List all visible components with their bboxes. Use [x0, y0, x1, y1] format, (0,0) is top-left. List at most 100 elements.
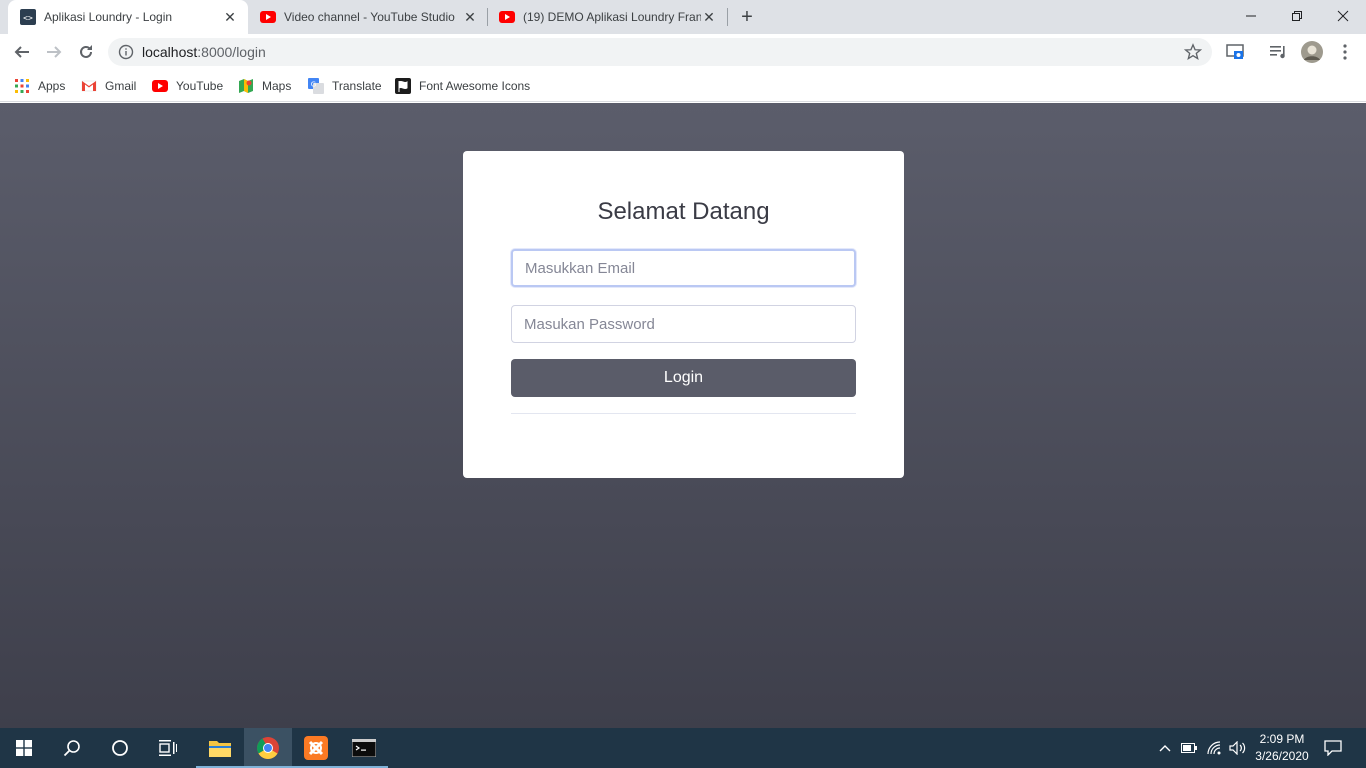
reload-button[interactable]	[74, 40, 98, 64]
terminal-icon	[352, 739, 376, 757]
bookmark-label: Apps	[38, 79, 66, 93]
battery-icon	[1181, 743, 1197, 753]
playlist-icon	[1270, 46, 1285, 59]
login-button[interactable]: Login	[511, 359, 856, 397]
tab-aplikasi-loundry[interactable]: <> Aplikasi Loundry - Login ✕	[8, 0, 248, 34]
url-text[interactable]: localhost:8000/login	[142, 38, 266, 66]
tab-separator	[727, 8, 728, 26]
close-icon	[1337, 10, 1349, 22]
url-host: localhost	[142, 44, 198, 60]
volume-button[interactable]	[1227, 728, 1249, 768]
font-awesome-icon	[395, 78, 411, 94]
start-button[interactable]	[0, 728, 48, 768]
taskbar-chrome[interactable]	[244, 728, 292, 768]
cortana-circle-icon	[112, 740, 128, 756]
windows-taskbar: 2:09 PM 3/26/2020	[0, 728, 1366, 768]
login-card: Selamat Datang Login	[463, 151, 904, 478]
translate-icon: G	[308, 78, 324, 94]
restore-icon	[1292, 11, 1302, 21]
taskbar-command-prompt[interactable]	[340, 728, 388, 768]
code-icon: <>	[20, 9, 36, 25]
show-hidden-icons-button[interactable]	[1154, 728, 1176, 768]
search-icon	[63, 740, 80, 757]
clock-date: 3/26/2020	[1255, 749, 1309, 763]
arrow-right-icon	[47, 46, 62, 58]
clock-time: 2:09 PM	[1259, 732, 1305, 746]
close-tab-icon[interactable]: ✕	[222, 9, 238, 25]
address-bar[interactable]: localhost:8000/login	[108, 38, 1212, 66]
bookmark-youtube[interactable]: YouTube	[152, 76, 223, 96]
media-controls-button[interactable]	[1269, 42, 1289, 62]
tab-title: Aplikasi Loundry - Login	[44, 10, 173, 24]
windows-logo-icon	[16, 740, 32, 756]
bookmark-label: YouTube	[176, 79, 224, 93]
chevron-up-icon	[1159, 745, 1171, 752]
close-window-button[interactable]	[1320, 0, 1366, 32]
email-input[interactable]	[511, 249, 856, 287]
close-tab-icon[interactable]: ✕	[701, 9, 717, 25]
tab-demo-aplikasi[interactable]: (19) DEMO Aplikasi Loundry Fran ✕	[489, 0, 725, 34]
chrome-icon	[257, 737, 279, 759]
bookmark-translate[interactable]: G Translate	[308, 76, 382, 96]
card-divider	[511, 413, 856, 414]
system-clock[interactable]: 2:09 PM 3/26/2020	[1250, 731, 1314, 765]
browser-tab-strip: <> Aplikasi Loundry - Login ✕ Video chan…	[0, 0, 1366, 34]
bookmark-label: Translate	[332, 79, 382, 93]
cortana-button[interactable]	[96, 728, 144, 768]
arrow-left-icon	[14, 46, 29, 58]
xampp-icon	[304, 736, 328, 760]
bookmark-label: Maps	[262, 79, 292, 93]
close-tab-icon[interactable]: ✕	[462, 9, 478, 25]
password-input[interactable]	[511, 305, 856, 343]
task-view-button[interactable]	[144, 728, 192, 768]
bookmark-gmail[interactable]: Gmail	[81, 76, 136, 96]
forward-button[interactable]	[42, 40, 66, 64]
gmail-icon	[81, 80, 97, 92]
speaker-icon	[1229, 741, 1246, 755]
folder-icon	[209, 741, 231, 757]
profile-avatar[interactable]	[1301, 41, 1323, 63]
bookmark-label: Gmail	[105, 79, 137, 93]
avatar-icon	[1301, 41, 1323, 63]
tab-title: (19) DEMO Aplikasi Loundry Fran	[523, 10, 701, 24]
url-path: :8000/login	[197, 44, 266, 60]
back-button[interactable]	[10, 40, 34, 64]
login-page: Selamat Datang Login	[0, 103, 1366, 728]
new-tab-button[interactable]: +	[737, 7, 757, 27]
apps-grid-icon	[15, 79, 29, 93]
action-center-button[interactable]	[1320, 728, 1346, 768]
cast-screenshot-button[interactable]	[1225, 42, 1245, 62]
tab-title: Video channel - YouTube Studio	[284, 10, 455, 24]
minimize-button[interactable]	[1228, 0, 1274, 32]
tab-youtube-studio[interactable]: Video channel - YouTube Studio ✕	[250, 0, 486, 34]
youtube-icon	[152, 80, 168, 92]
svg-text:G: G	[311, 81, 316, 89]
info-icon[interactable]	[118, 44, 134, 60]
search-button[interactable]	[48, 728, 96, 768]
bookmark-star-icon[interactable]	[1184, 43, 1202, 61]
battery-button[interactable]	[1178, 728, 1200, 768]
maps-icon	[239, 79, 253, 93]
svg-text:<>: <>	[23, 14, 33, 23]
login-title: Selamat Datang	[597, 198, 770, 225]
bookmark-label: Font Awesome Icons	[419, 79, 531, 93]
reload-icon	[80, 45, 92, 58]
chrome-menu-button[interactable]	[1335, 42, 1355, 62]
task-view-icon	[159, 740, 177, 756]
bookmark-maps[interactable]: Maps	[238, 76, 291, 96]
network-button[interactable]	[1204, 728, 1226, 768]
restore-button[interactable]	[1274, 0, 1320, 32]
tab-separator	[487, 8, 488, 26]
bookmarks-bar: Apps Gmail YouTube Maps G Translate Font…	[0, 70, 1366, 102]
bookmark-font-awesome[interactable]: Font Awesome Icons	[395, 76, 530, 96]
browser-toolbar: localhost:8000/login	[0, 34, 1366, 70]
minimize-icon	[1246, 15, 1256, 17]
notification-icon	[1324, 740, 1342, 756]
wifi-icon	[1207, 741, 1221, 755]
taskbar-file-explorer[interactable]	[196, 728, 244, 768]
youtube-icon	[499, 11, 515, 23]
more-vert-icon	[1343, 44, 1347, 60]
bookmark-apps[interactable]: Apps	[14, 76, 65, 96]
screen-capture-icon	[1226, 44, 1244, 59]
taskbar-xampp[interactable]	[292, 728, 340, 768]
